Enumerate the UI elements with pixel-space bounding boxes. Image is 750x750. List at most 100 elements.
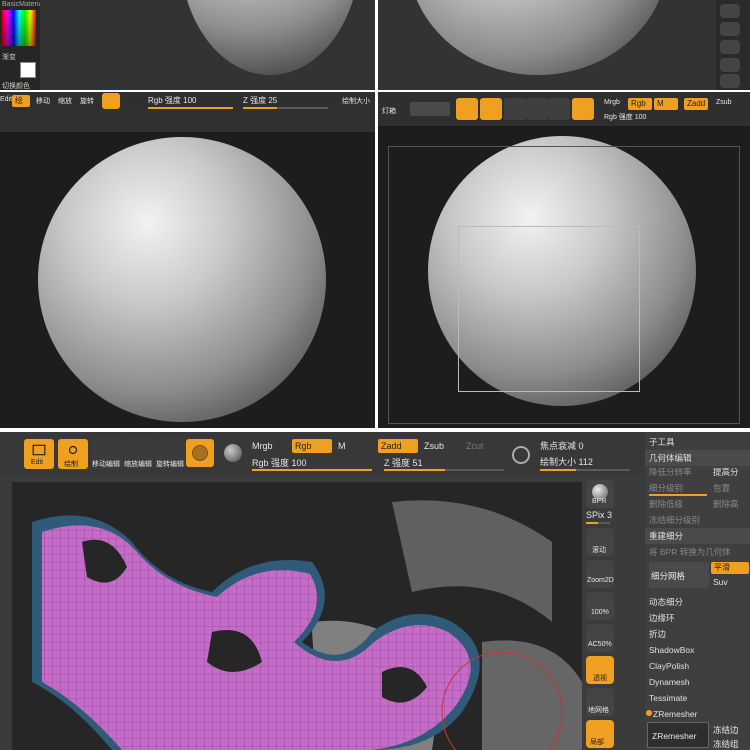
move-button[interactable]: 移动编辑 (92, 439, 122, 469)
edit-label[interactable]: Edit (0, 96, 12, 103)
zremesher-label: ZRemesher (652, 731, 697, 741)
scale-button[interactable] (526, 98, 548, 120)
zsub-button[interactable]: Zsub (716, 99, 732, 106)
freeze-border-button[interactable]: 冻结边 (713, 724, 739, 736)
rotate-button[interactable] (548, 98, 570, 120)
m-button[interactable]: M (654, 98, 678, 110)
tessimate[interactable]: Tessimate (645, 690, 750, 706)
zoom2d-button[interactable]: Zoom2D (586, 560, 614, 588)
z-slider[interactable] (243, 107, 328, 109)
scroll-button[interactable]: 滚动 (586, 528, 614, 556)
viewport-1b[interactable] (378, 0, 713, 90)
dynamic-subdiv[interactable]: 动态细分 (645, 594, 750, 610)
mrgb-button[interactable]: Mrgb (604, 99, 620, 106)
rgb-intensity[interactable]: Rgb 强度 100 (148, 95, 196, 106)
rotate-label: 旋转编辑 (156, 461, 184, 468)
zoom100-button[interactable]: 100% (586, 592, 614, 620)
panel-top-left: BasicMaterial 渐变 切换颜色 (0, 0, 375, 90)
sphere-render (180, 0, 360, 75)
move-button[interactable] (504, 98, 526, 120)
draw-button[interactable]: 绘制 (58, 439, 88, 469)
divide-button[interactable]: 细分网格 (649, 562, 709, 588)
viewport-1[interactable] (40, 0, 375, 90)
zoom2d-label: Zoom2D (587, 577, 614, 584)
del-higher-button[interactable]: 删除高 (709, 496, 750, 512)
freeze-groups-button[interactable]: 冻结组 (713, 738, 739, 750)
crease[interactable]: 折边 (645, 626, 750, 642)
side-button[interactable] (720, 74, 740, 88)
light-label: 灯箱 (382, 108, 396, 115)
draw-size-slider[interactable] (540, 469, 630, 471)
preview-button[interactable] (410, 102, 450, 116)
rotate-button[interactable]: 旋转 (80, 96, 94, 106)
focal-shift-label[interactable]: 焦点衰减 0 (540, 439, 584, 452)
focal-icon[interactable] (512, 446, 530, 464)
side-button[interactable] (720, 4, 740, 18)
brush-icon (192, 445, 208, 461)
rgb-intensity-slider[interactable] (252, 469, 372, 471)
viewport-3[interactable] (378, 126, 750, 428)
move-button[interactable]: 移动 (36, 96, 50, 106)
sub-toolbar (0, 110, 375, 132)
zcut-button[interactable]: Zcut (466, 441, 484, 451)
reconstruct-subdiv-button[interactable]: 重建细分 (645, 528, 750, 544)
rgb-button[interactable]: Rgb (292, 439, 332, 453)
brush-button[interactable] (572, 98, 594, 120)
local-button[interactable]: 局部 (586, 720, 614, 748)
freeze-subdiv-button[interactable]: 冻结细分级别 (645, 512, 750, 528)
z-intensity[interactable]: Z 强度 25 (243, 95, 277, 106)
mrgb-button[interactable]: Mrgb (252, 441, 273, 451)
zsub-button[interactable]: Zsub (424, 441, 444, 451)
scale-button[interactable]: 缩放编辑 (124, 439, 154, 469)
tool-panel: 子工具 几何体编辑 降低分辨率 提高分 细分级别 包置 删除低级 删除高 冻结细… (645, 432, 750, 750)
smooth-toggle[interactable]: 平滑 (711, 562, 749, 574)
floor-button[interactable]: 地网格 (586, 688, 614, 716)
zadd-button[interactable]: Zadd (684, 98, 708, 110)
edit-button[interactable] (456, 98, 478, 120)
floor-label: 地网格 (588, 707, 609, 714)
spix-slider[interactable] (586, 522, 610, 524)
material-icon[interactable] (224, 444, 242, 462)
divide-label: 细分网格 (651, 571, 686, 581)
m-button[interactable]: M (338, 441, 346, 451)
rotate-button[interactable]: 旋转编辑 (156, 439, 186, 469)
edge-loop[interactable]: 边缘环 (645, 610, 750, 626)
cage-button[interactable]: 包置 (709, 480, 750, 496)
main-color-swatch[interactable] (20, 62, 36, 78)
claypolish[interactable]: ClayPolish (645, 658, 750, 674)
draw-size-label[interactable]: 绘制大小 112 (540, 455, 593, 468)
color-picker[interactable] (2, 10, 36, 46)
rgb-intensity[interactable]: Rgb 强度 100 (604, 112, 646, 122)
shadowbox[interactable]: ShadowBox (645, 642, 750, 658)
panel-top-right (378, 0, 750, 90)
viewport-4[interactable] (12, 482, 582, 750)
rgb-button[interactable]: Rgb (628, 98, 652, 110)
suv-toggle[interactable]: Suv (713, 577, 728, 587)
brush-button[interactable] (186, 439, 214, 467)
perspective-button[interactable]: 透视 (586, 656, 614, 684)
zremesher-button[interactable]: ZRemesher (647, 722, 709, 748)
brush-button[interactable] (102, 93, 120, 109)
spix-label[interactable]: SPix 3 (586, 510, 612, 520)
dynamesh[interactable]: Dynamesh (645, 674, 750, 690)
draw-button[interactable]: 绘制 (12, 95, 30, 117)
edit-button[interactable]: Edit (24, 439, 54, 469)
side-button[interactable] (720, 22, 740, 36)
ac50-button[interactable]: AC50% (586, 624, 614, 652)
zremesher-header[interactable]: ZRemesher (649, 706, 750, 722)
scale-button[interactable]: 缩放 (58, 96, 72, 106)
z-intensity-label[interactable]: Z 强度 51 (384, 456, 423, 469)
z-intensity-slider[interactable] (384, 469, 504, 471)
zadd-button[interactable]: Zadd (378, 439, 418, 453)
rgb-intensity-label[interactable]: Rgb 强度 100 (252, 456, 307, 469)
toolbar: Edit 绘制 移动编辑 缩放编辑 旋转编辑 Mrgb Rgb M Zadd Z… (0, 432, 750, 474)
viewport-2[interactable] (0, 132, 375, 428)
side-button[interactable] (720, 40, 740, 54)
draw-size[interactable]: 绘制大小 (342, 96, 370, 106)
convert-bpr-button[interactable]: 将 BPR 转换为几何体 (645, 544, 750, 560)
rgb-slider[interactable] (148, 107, 233, 109)
side-button[interactable] (720, 58, 740, 72)
draw-button[interactable] (480, 98, 502, 120)
higher-res-button[interactable]: 提高分 (709, 464, 750, 480)
subtool-header[interactable]: 子工具 (645, 434, 750, 450)
